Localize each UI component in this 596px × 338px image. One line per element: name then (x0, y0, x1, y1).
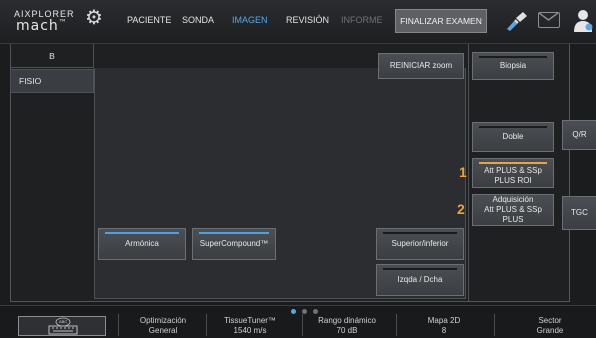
menu-revision[interactable]: REVISIÓN (286, 15, 329, 25)
izqda-dcha-indicator (383, 268, 457, 270)
menu-sonda[interactable]: SONDA (182, 15, 214, 25)
izqda-dcha-button[interactable]: Izqda / Dcha (376, 264, 464, 296)
optimizacion-control[interactable]: Optimización General (128, 316, 198, 336)
supercompound-label: SuperCompound™ (199, 239, 269, 248)
armonica-label: Armónica (125, 239, 159, 248)
doble-button[interactable]: Doble (472, 122, 554, 152)
att-plus-indicator (479, 162, 547, 164)
reiniciar-zoom-label: REINICIAR zoom (389, 61, 453, 70)
rango-dinamico-value: 70 dB (336, 326, 358, 335)
biopsia-button[interactable]: Biopsia (472, 52, 554, 80)
user-icon[interactable] (573, 8, 593, 34)
biopsia-label: Biopsia (499, 61, 527, 70)
izqda-dcha-label: Izqda / Dcha (397, 275, 443, 284)
step-badge-1: 1 (459, 164, 467, 180)
adquisicion-button[interactable]: Adquisición Att PLUS & SSp PLUS (472, 194, 554, 226)
mail-icon[interactable] (538, 12, 560, 28)
supercompound-indicator (199, 232, 269, 234)
menu-paciente[interactable]: PACIENTE (127, 15, 171, 25)
tissuetuner-value: 1540 m/s (233, 326, 267, 335)
qr-side-button[interactable]: Q/R (562, 120, 596, 150)
tab-b[interactable]: B (10, 44, 94, 68)
menu-imagen[interactable]: IMAGEN (232, 15, 268, 25)
sector-value: Grande (536, 326, 564, 335)
superior-inferior-indicator (383, 232, 457, 234)
keyboard-button[interactable]: ABC (18, 316, 106, 336)
mapa-2d-value: 8 (441, 326, 447, 335)
keyboard-abc-label: ABC (59, 319, 68, 324)
superior-inferior-button[interactable]: Superior/inferior (376, 228, 464, 260)
superior-inferior-label: Superior/inferior (391, 239, 449, 248)
rango-dinamico-label: Rango dinámico (318, 316, 376, 325)
sector-label: Sector (538, 316, 562, 325)
att-plus-label: Att PLUS & SSp PLUS ROI (484, 166, 542, 185)
bottom-divider (494, 314, 495, 336)
tgc-side-button[interactable]: TGC (562, 196, 596, 230)
tissuetuner-label: TissueTuner™ (224, 316, 276, 325)
qr-label: Q/R (572, 130, 587, 139)
finalizar-examen-button[interactable]: FINALIZAR EXAMEN (395, 9, 487, 33)
optimizacion-value: General (148, 326, 178, 335)
probe-icon[interactable] (504, 10, 530, 32)
mapa-2d-control[interactable]: Mapa 2D 8 (404, 316, 484, 336)
brand-logo-line2: mach™ (16, 18, 68, 34)
mapa-2d-label: Mapa 2D (427, 316, 461, 325)
adquisicion-label-line2: Att PLUS & SSp PLUS (484, 205, 542, 224)
menu-informe: INFORME (341, 15, 383, 25)
armonica-button[interactable]: Armónica (98, 228, 186, 260)
armonica-indicator (105, 232, 179, 234)
gear-icon: ⚙ (85, 7, 103, 29)
sector-control[interactable]: Sector Grande (512, 316, 588, 336)
doble-label: Doble (502, 132, 524, 141)
reiniciar-zoom-button[interactable]: REINICIAR zoom (378, 53, 464, 79)
step-badge-2: 2 (457, 201, 465, 217)
rango-dinamico-control[interactable]: Rango dinámico 70 dB (308, 316, 386, 336)
bottom-divider (118, 314, 119, 336)
bottom-divider (302, 314, 303, 336)
mode-tabs: B FISIO (10, 44, 94, 94)
bottom-divider (206, 314, 207, 336)
page-dot-1[interactable] (291, 309, 296, 314)
optimizacion-label: Optimización (139, 316, 187, 325)
tgc-label: TGC (571, 208, 588, 217)
biopsia-indicator (479, 56, 547, 58)
doble-indicator (479, 126, 547, 128)
tissuetuner-control[interactable]: TissueTuner™ 1540 m/s (210, 316, 290, 336)
adquisicion-label-line1: Adquisición (492, 195, 534, 204)
tab-fisio[interactable]: FISIO (10, 69, 94, 93)
supercompound-button[interactable]: SuperCompound™ (192, 228, 276, 260)
bottom-divider (396, 314, 397, 336)
att-plus-ssp-plus-roi-button[interactable]: Att PLUS & SSp PLUS ROI (472, 158, 554, 188)
page-dot-3[interactable] (313, 309, 318, 314)
